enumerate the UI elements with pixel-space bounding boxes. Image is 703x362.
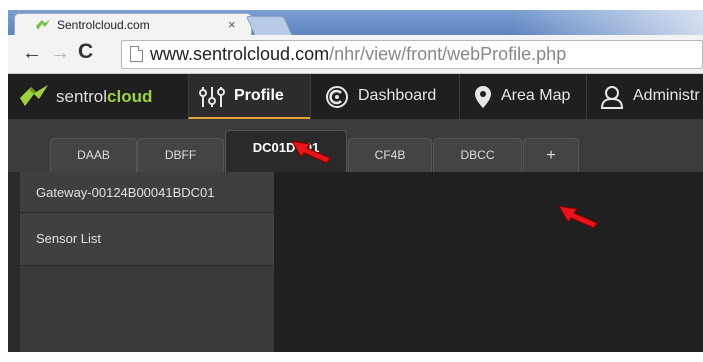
device-tab-dbcc[interactable]: DBCC bbox=[433, 138, 522, 172]
sentrolcloud-logo[interactable]: sentrolcloud bbox=[18, 84, 188, 110]
logo-text-cloud: cloud bbox=[107, 87, 153, 106]
device-tab-daab[interactable]: DAAB bbox=[50, 138, 137, 172]
sidebar-item-sensor-list-label: Sensor List bbox=[36, 231, 102, 246]
red-arrow-annotation-icon bbox=[290, 140, 331, 164]
back-arrow-icon[interactable]: ← bbox=[22, 42, 42, 65]
sidebar-item-gateway-label: Gateway-00124B00041BDC01 bbox=[36, 185, 215, 200]
nav-administration-label: Administr bbox=[633, 87, 700, 104]
nav-profile[interactable]: Profile bbox=[188, 74, 310, 119]
device-tabs-bar: DAAB DBFF DC01DC01 CF4B DBCC + bbox=[8, 120, 703, 173]
nav-profile-label: Profile bbox=[234, 87, 284, 104]
page-icon bbox=[130, 46, 143, 62]
logo-text-sentrol: sentrol bbox=[56, 87, 108, 106]
browser-window: Sentrolcloud.com × ← → C www.sentrolclou… bbox=[8, 10, 703, 352]
url-text: www.sentrolcloud.com/nhr/view/front/webP… bbox=[150, 44, 566, 65]
browser-tab-title: Sentrolcloud.com bbox=[57, 18, 150, 32]
reload-icon[interactable]: C bbox=[78, 40, 93, 64]
nav-dashboard[interactable]: Dashboard bbox=[310, 74, 459, 119]
add-tab-button[interactable]: + bbox=[523, 138, 579, 172]
close-icon[interactable]: × bbox=[228, 17, 236, 32]
nav-administration[interactable]: Administr bbox=[586, 74, 703, 119]
logo-text: sentrolcloud bbox=[56, 87, 152, 107]
red-arrow-annotation-icon bbox=[557, 205, 598, 229]
device-tab-dbff[interactable]: DBFF bbox=[137, 138, 224, 172]
nav-area-map[interactable]: Area Map bbox=[459, 74, 586, 119]
forward-arrow-icon[interactable]: → bbox=[50, 42, 70, 65]
sidebar: Gateway-00124B00041BDC01 Sensor List bbox=[20, 172, 274, 352]
new-tab-button[interactable] bbox=[245, 16, 293, 35]
logo-mark-icon bbox=[20, 85, 48, 106]
top-navbar: sentrolcloud Profile Dashboard Area Map … bbox=[8, 74, 703, 120]
sentrolcloud-favicon bbox=[36, 20, 50, 30]
sidebar-item-sensor-list[interactable]: Sensor List bbox=[20, 213, 274, 266]
url-path: /nhr/view/front/webProfile.php bbox=[329, 44, 567, 64]
device-tab-cf4b[interactable]: CF4B bbox=[348, 138, 432, 172]
sliders-icon bbox=[199, 87, 225, 107]
address-bar[interactable]: www.sentrolcloud.com/nhr/view/front/webP… bbox=[121, 40, 703, 69]
dashboard-icon bbox=[326, 86, 348, 108]
main-content-area bbox=[274, 172, 703, 352]
browser-tabstrip: Sentrolcloud.com × bbox=[8, 10, 703, 36]
user-icon bbox=[601, 86, 623, 109]
nav-area-map-label: Area Map bbox=[501, 87, 571, 104]
url-host: www.sentrolcloud.com bbox=[150, 44, 330, 64]
map-pin-icon bbox=[475, 86, 491, 108]
sidebar-item-gateway[interactable]: Gateway-00124B00041BDC01 bbox=[20, 172, 274, 213]
browser-tab[interactable]: Sentrolcloud.com × bbox=[14, 13, 252, 36]
nav-dashboard-label: Dashboard bbox=[358, 87, 437, 104]
browser-toolbar: ← → C www.sentrolcloud.com/nhr/view/fron… bbox=[8, 35, 703, 74]
